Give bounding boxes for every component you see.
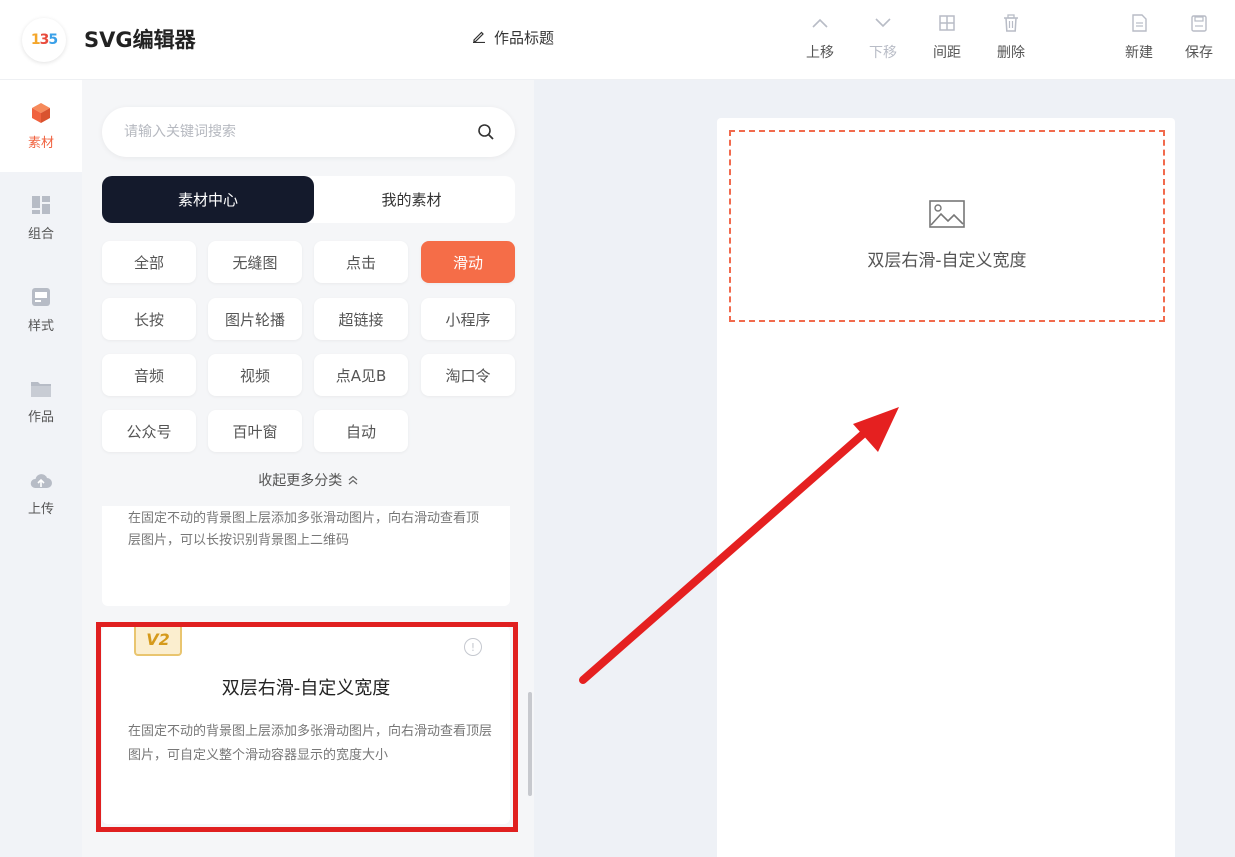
grid-icon [31,195,51,219]
new-label: 新建 [1125,45,1153,61]
new-file-icon [1131,12,1147,34]
cube-icon [30,102,52,128]
nav-item-upload[interactable]: 上传 [0,448,82,540]
move-down-label: 下移 [869,45,897,61]
source-segmented-control: 素材中心 我的素材 [102,176,515,223]
move-up-label: 上移 [806,45,834,61]
nav-item-combo[interactable]: 组合 [0,172,82,264]
trash-icon [1003,12,1019,34]
chevron-up-icon [811,12,829,34]
delete-label: 删除 [997,45,1025,61]
pencil-icon [472,29,486,47]
inserted-component-placeholder[interactable]: 双层右滑-自定义宽度 [729,130,1165,322]
annotation-highlight-box [96,622,518,832]
save-button[interactable]: 保存 [1179,12,1219,62]
search-icon[interactable] [477,123,495,145]
app-logo: 135 [22,18,66,62]
svg-editor-app: 135 SVG编辑器 作品标题 上移 下移 间距 删除 新建 保存 素材 组合 … [0,0,1235,857]
nav-item-works[interactable]: 作品 [0,356,82,448]
placeholder-label: 双层右滑-自定义宽度 [867,251,1027,271]
move-up-button[interactable]: 上移 [800,12,840,62]
top-header: 135 SVG编辑器 作品标题 上移 下移 间距 删除 新建 保存 [0,0,1235,80]
double-chevron-up-icon [347,473,359,489]
category-chip[interactable]: 长按 [102,298,196,340]
app-title: SVG编辑器 [84,28,196,52]
new-button[interactable]: 新建 [1119,12,1159,62]
category-chip[interactable]: 百叶窗 [208,410,302,452]
category-chip[interactable]: 小程序 [421,298,515,340]
workspace: 双层右滑-自定义宽度 [534,80,1235,857]
panel-scrollbar[interactable] [528,692,532,796]
category-chip[interactable]: 超链接 [314,298,408,340]
category-chip[interactable]: 无缝图 [208,241,302,283]
search-input[interactable] [124,107,454,157]
material-card[interactable]: 在固定不动的背景图上层添加多张滑动图片，向右滑动查看顶层图片，可以长按识别背景图… [102,506,510,606]
category-chip[interactable]: 淘口令 [421,354,515,396]
nav-label-works: 作品 [27,409,54,425]
category-chip[interactable]: 点A见B [314,354,408,396]
move-down-button[interactable]: 下移 [863,12,903,62]
work-title-label: 作品标题 [494,29,555,47]
category-chip[interactable]: 自动 [314,410,408,452]
nav-item-style[interactable]: 样式 [0,264,82,356]
cloud-upload-icon [30,472,52,494]
category-chip-active[interactable]: 滑动 [421,241,515,283]
canvas-page[interactable]: 双层右滑-自定义宽度 [717,118,1175,857]
nav-label-combo: 组合 [27,226,54,242]
category-chip[interactable]: 视频 [208,354,302,396]
work-title-button[interactable]: 作品标题 [472,27,554,48]
style-icon [31,287,51,311]
category-chip[interactable]: 图片轮播 [208,298,302,340]
nav-label-material: 素材 [27,135,54,151]
image-icon [929,200,965,232]
nav-label-upload: 上传 [27,501,54,517]
spacing-label: 间距 [933,45,961,61]
category-chip[interactable]: 全部 [102,241,196,283]
tab-material-center[interactable]: 素材中心 [102,176,314,223]
category-chip[interactable]: 公众号 [102,410,196,452]
collapse-label: 收起更多分类 [258,473,343,489]
nav-label-style: 样式 [27,318,54,334]
delete-button[interactable]: 删除 [991,12,1031,62]
spacing-button[interactable]: 间距 [927,12,967,62]
card-description: 在固定不动的背景图上层添加多张滑动图片，向右滑动查看顶层图片，可以长按识别背景图… [128,511,480,548]
nav-item-material[interactable]: 素材 [0,80,82,172]
left-nav: 素材 组合 样式 作品 上传 [0,80,82,857]
tab-my-material[interactable]: 我的素材 [308,176,515,223]
spacing-icon [938,12,956,34]
collapse-categories-button[interactable]: 收起更多分类 [102,470,515,490]
category-chip[interactable]: 点击 [314,241,408,283]
chevron-down-icon [874,12,892,34]
save-icon [1191,12,1207,34]
folder-icon [30,380,52,402]
category-chip[interactable]: 音频 [102,354,196,396]
search-box [102,107,515,157]
save-label: 保存 [1185,45,1213,61]
